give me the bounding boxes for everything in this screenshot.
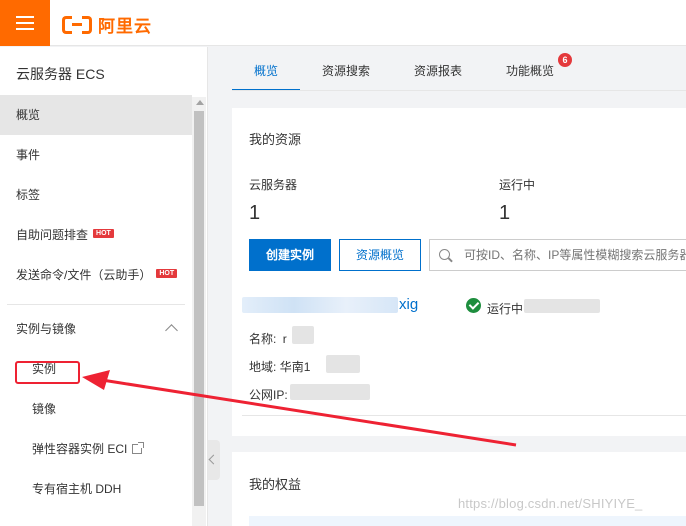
annotation-arrow xyxy=(82,370,517,447)
tab-label: 资源搜索 xyxy=(322,64,371,78)
tab-underline xyxy=(232,90,686,91)
sidebar-item-label: 标签 xyxy=(16,188,41,202)
search-icon xyxy=(439,249,450,260)
logo-text: 阿里云 xyxy=(98,17,152,36)
name-value: r xyxy=(282,332,287,346)
sidebar-item-label: 镜像 xyxy=(32,402,57,416)
my-rights-card: 我的权益 xyxy=(232,452,686,526)
create-instance-button[interactable]: 创建实例 xyxy=(249,239,331,271)
stat-servers-label: 云服务器 xyxy=(249,178,298,192)
resource-overview-button[interactable]: 资源概览 xyxy=(339,239,421,271)
menu-button[interactable] xyxy=(0,0,50,46)
instance-id-link[interactable]: xig xyxy=(399,296,418,313)
stat-running-label: 运行中 xyxy=(499,178,536,192)
rights-content xyxy=(249,516,686,526)
search-box[interactable] xyxy=(429,239,686,271)
sidebar-divider xyxy=(7,304,185,305)
instance-status: 运行中 xyxy=(487,302,524,316)
card-title: 我的资源 xyxy=(249,132,302,147)
aliyun-logo[interactable]: 阿里云 xyxy=(62,12,152,37)
tab-overview[interactable]: 概览 xyxy=(232,48,301,91)
tab-label: 概览 xyxy=(254,64,279,78)
scroll-up-arrow-icon[interactable] xyxy=(196,100,204,105)
instance-name-row: 名称: r xyxy=(249,330,287,347)
sidebar-item-events[interactable]: 事件 xyxy=(0,135,192,175)
tab-label: 功能概览 xyxy=(506,64,555,78)
aliyun-logo-icon xyxy=(62,15,92,34)
sidebar-group-label: 实例与镜像 xyxy=(16,322,77,336)
sidebar: 云服务器 ECS 概览 事件 标签 自助问题排查 HOT 发送命令/文件（云助手）… xyxy=(0,47,208,526)
name-label: 名称: xyxy=(249,332,277,346)
sidebar-item-label: 概览 xyxy=(16,108,41,122)
watermark: https://blog.csdn.net/SHIYIYE_ xyxy=(458,496,643,511)
stat-running-value[interactable]: 1 xyxy=(499,202,510,225)
hamburger-icon xyxy=(16,16,34,30)
sidebar-item-label: 事件 xyxy=(16,148,41,162)
stat-servers-value[interactable]: 1 xyxy=(249,202,260,225)
card-title: 我的权益 xyxy=(249,477,302,492)
sidebar-group-instances-images[interactable]: 实例与镜像 xyxy=(0,309,192,349)
status-detail-redacted xyxy=(524,299,600,313)
tab-label: 资源报表 xyxy=(414,64,463,78)
top-bar: 阿里云 xyxy=(0,0,686,46)
sidebar-item-overview[interactable]: 概览 xyxy=(0,95,192,135)
sidebar-item-tags[interactable]: 标签 xyxy=(0,175,192,215)
tab-resource-search[interactable]: 资源搜索 xyxy=(300,48,392,90)
instance-id-redacted xyxy=(242,297,398,313)
sidebar-item-label: 专有宿主机 DDH xyxy=(32,482,122,496)
main-tabs: 概览 资源搜索 资源报表 功能概览 6 xyxy=(232,48,580,91)
tab-feature-overview[interactable]: 功能概览 6 xyxy=(484,48,580,90)
chevron-up-icon xyxy=(165,324,178,337)
name-redacted xyxy=(292,326,314,344)
tab-count-badge: 6 xyxy=(558,53,573,67)
sidebar-item-ddh[interactable]: 专有宿主机 DDH xyxy=(0,469,192,509)
sidebar-item-label: 自助问题排查 xyxy=(16,228,89,242)
hot-badge: HOT xyxy=(93,229,114,238)
hot-badge: HOT xyxy=(156,269,178,278)
annotation-highlight-box xyxy=(15,361,80,384)
sidebar-item-self-troubleshoot[interactable]: 自助问题排查 HOT xyxy=(0,215,192,255)
sidebar-item-cloud-assistant[interactable]: 发送命令/文件（云助手） HOT xyxy=(0,255,192,295)
search-input[interactable] xyxy=(464,240,686,270)
sidebar-item-label: 发送命令/文件（云助手） xyxy=(16,268,152,282)
check-circle-icon xyxy=(466,298,481,313)
sidebar-title: 云服务器 ECS xyxy=(16,66,105,82)
tab-resource-report[interactable]: 资源报表 xyxy=(392,48,484,90)
